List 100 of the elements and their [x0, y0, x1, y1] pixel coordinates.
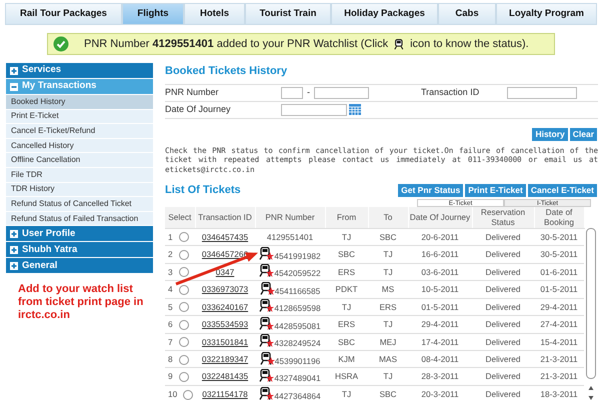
- table-cell: Delivered: [472, 316, 534, 333]
- table-cell: Delivered: [472, 333, 534, 350]
- train-add-icon[interactable]: [259, 369, 274, 382]
- transaction-link[interactable]: 0336973073: [202, 284, 248, 294]
- tab[interactable]: Rail Tour Packages: [5, 3, 122, 25]
- section-title: List Of Tickets: [165, 183, 241, 198]
- pnr-number: 4428595081: [274, 320, 321, 331]
- table-cell: SBC: [368, 228, 408, 246]
- radio-button[interactable]: [178, 232, 189, 242]
- train-add-icon[interactable]: [259, 264, 274, 278]
- sidebar-item[interactable]: Cancelled History: [6, 138, 153, 154]
- transaction-link[interactable]: 0335534593: [202, 319, 248, 330]
- table-cell: ERS: [368, 298, 408, 316]
- radio-button[interactable]: [178, 372, 189, 382]
- tab[interactable]: Flights: [122, 3, 184, 25]
- pnr-number: 4539901196: [274, 356, 320, 366]
- radio-button[interactable]: [183, 390, 194, 400]
- train-add-icon[interactable]: [259, 316, 274, 330]
- train-add-icon[interactable]: [259, 299, 274, 312]
- sidebar-item[interactable]: Booked History: [6, 95, 153, 110]
- row-number: 10: [168, 389, 178, 399]
- field-label: Transaction ID: [421, 86, 480, 99]
- table-cell: PDKT: [325, 280, 368, 298]
- sidebar-item[interactable]: File TDR: [6, 168, 153, 183]
- pnr-number: 4541991982: [274, 250, 321, 261]
- radio-button[interactable]: [178, 267, 189, 278]
- sidebar-item[interactable]: TDR History: [6, 182, 153, 198]
- action-button[interactable]: History: [531, 126, 569, 142]
- date-field[interactable]: [281, 104, 347, 116]
- table-cell: ERS: [325, 316, 368, 333]
- radio-button[interactable]: [178, 354, 189, 365]
- table-cell: Delivered: [472, 385, 534, 400]
- transaction-link[interactable]: 0322481435: [202, 371, 248, 382]
- action-button[interactable]: Get Pnr Status: [397, 182, 464, 198]
- sidebar-section[interactable]: Services: [6, 63, 153, 79]
- transaction-link[interactable]: 0322189347: [202, 354, 248, 364]
- action-button[interactable]: Print E-Ticket: [464, 182, 527, 198]
- tab[interactable]: Tourist Train: [245, 3, 331, 25]
- row-number: 2: [168, 249, 173, 260]
- train-add-icon[interactable]: [259, 334, 274, 348]
- radio-button[interactable]: [178, 337, 189, 348]
- calendar-icon[interactable]: [349, 104, 361, 115]
- action-button[interactable]: Cancel E-Ticket: [526, 182, 598, 198]
- table-cell: Delivered: [472, 263, 534, 281]
- radio-button[interactable]: [178, 302, 189, 312]
- table-cell: 10-5-2011: [408, 280, 472, 298]
- sidebar-section[interactable]: User Profile: [6, 226, 153, 242]
- table-cell: SBC: [368, 385, 408, 400]
- table-cell: 03-6-2011: [408, 263, 472, 281]
- pnr-field[interactable]: [314, 86, 369, 98]
- table-cell: Delivered: [472, 368, 534, 386]
- table-cell: TJ: [368, 263, 408, 281]
- sidebar-item[interactable]: Refund Status of Failed Transaction: [6, 212, 153, 226]
- table-cell: 29-4-2011: [534, 298, 584, 316]
- sidebar-section[interactable]: General: [6, 258, 153, 274]
- radio-button[interactable]: [178, 250, 189, 260]
- pnr-number: 4542059522: [274, 268, 321, 278]
- minus-icon: [10, 82, 18, 90]
- tab[interactable]: Cabs: [438, 3, 496, 25]
- pnr-number: 4129551401: [266, 232, 314, 242]
- train-add-icon[interactable]: [260, 282, 275, 295]
- scrollbar[interactable]: [586, 228, 596, 400]
- table-cell: 30-5-2011: [534, 246, 584, 264]
- banner-text: PNR Number 4129551401 added to your PNR Watchlist (Click: [84, 36, 388, 52]
- row-number: 6: [168, 319, 173, 330]
- sidebar-item[interactable]: Print E-Ticket: [6, 110, 153, 124]
- train-add-icon[interactable]: [260, 352, 275, 365]
- banner-text: icon to know the status).: [410, 36, 529, 52]
- column-header: From: [325, 206, 368, 228]
- table-cell: TJ: [325, 385, 368, 400]
- action-button[interactable]: Clear: [568, 126, 598, 142]
- table-cell: 21-3-2011: [534, 350, 584, 368]
- transaction-link[interactable]: 0346457266: [202, 249, 248, 260]
- sidebar-item[interactable]: Offline Cancellation: [6, 153, 153, 168]
- sidebar-item[interactable]: Refund Status of Cancelled Ticket: [6, 197, 153, 212]
- sidebar-item[interactable]: Cancel E-Ticket/Refund: [6, 124, 153, 139]
- column-header: PNR Number: [255, 206, 325, 228]
- train-add-icon[interactable]: [259, 246, 274, 260]
- tab[interactable]: Hotels: [184, 3, 245, 25]
- pnr-prefix-field[interactable]: [281, 86, 303, 98]
- radio-button[interactable]: [178, 320, 189, 330]
- column-header: Date Of Journey: [408, 206, 472, 228]
- transaction-link[interactable]: 0347: [216, 266, 234, 277]
- pnr-number: 4128659598: [274, 303, 321, 314]
- sidebar-section[interactable]: Shubh Yatra: [6, 242, 153, 258]
- callout-text: Add to your watch list from ticket print page in irctc.co.in: [18, 283, 144, 322]
- radio-button[interactable]: [178, 284, 189, 295]
- column-header: Transaction ID: [195, 206, 255, 228]
- column-header: Reservation Status: [472, 206, 534, 228]
- row-number: 5: [168, 302, 173, 312]
- row-number: 7: [168, 336, 173, 347]
- transaction-link[interactable]: 0336240167: [202, 302, 248, 312]
- transaction-link[interactable]: 0321154178: [202, 389, 248, 399]
- transaction-link[interactable]: 0346457435: [202, 232, 248, 242]
- transaction-link[interactable]: 0331501841: [202, 336, 248, 347]
- transaction-field[interactable]: [507, 86, 577, 98]
- train-add-icon[interactable]: [259, 386, 274, 400]
- tab[interactable]: Holiday Packages: [331, 3, 438, 25]
- table-cell: ERS: [325, 263, 368, 281]
- tab[interactable]: Loyalty Program: [496, 3, 597, 25]
